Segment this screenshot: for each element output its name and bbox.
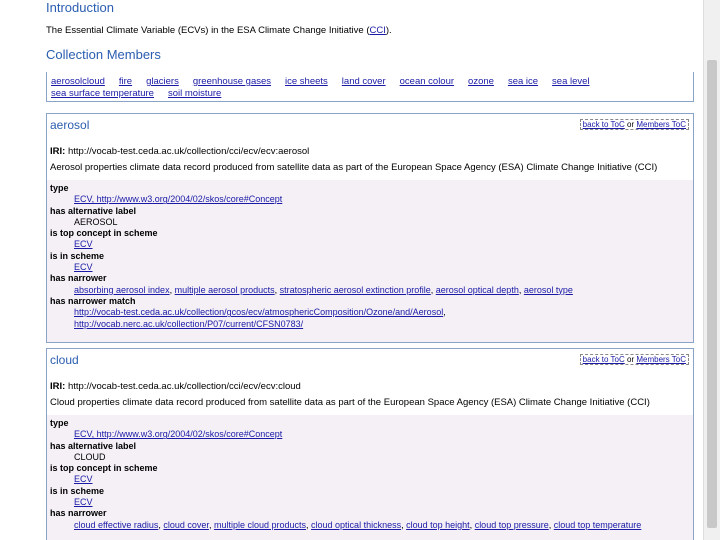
narrower-link[interactable]: multiple cloud products xyxy=(214,520,306,530)
narrower-match-link[interactable]: http://vocab.nerc.ac.uk/collection/P07/c… xyxy=(74,319,303,329)
in-scheme-link[interactable]: ECV xyxy=(74,262,93,272)
type-value-link[interactable]: ECV, http://www.w3.org/2004/02/skos/core… xyxy=(74,429,282,439)
narrower-link[interactable]: aerosol optical depth xyxy=(436,285,519,295)
section-title: aerosol xyxy=(50,118,90,132)
member-link-ocean-colour[interactable]: ocean colour xyxy=(400,76,454,87)
description: Aerosol properties climate data record p… xyxy=(50,162,658,173)
narrower-link[interactable]: aerosol type xyxy=(524,285,573,295)
member-link-aerosol[interactable]: aerosol xyxy=(51,76,82,87)
member-link-cloud[interactable]: cloud xyxy=(82,76,105,87)
description: Cloud properties climate data record pro… xyxy=(50,397,650,408)
section-nav: back to ToC or Members ToC xyxy=(579,119,689,130)
narrower-link[interactable]: cloud effective radius xyxy=(74,520,158,530)
type-value-link[interactable]: ECV, http://www.w3.org/2004/02/skos/core… xyxy=(74,194,282,204)
top-concept-link[interactable]: ECV xyxy=(74,239,93,249)
alt-label-value: CLOUD xyxy=(74,451,106,462)
back-to-toc-link[interactable]: back to ToC xyxy=(583,120,625,129)
member-link-ice-sheets[interactable]: ice sheets xyxy=(285,76,328,87)
cci-link[interactable]: CCI xyxy=(370,25,386,36)
member-link-soil-moisture[interactable]: soil moisture xyxy=(168,88,221,99)
member-link-land-cover[interactable]: land cover xyxy=(342,76,386,87)
introduction-heading: Introduction xyxy=(46,0,114,15)
narrower-link[interactable]: cloud cover xyxy=(163,520,209,530)
narrower-link[interactable]: cloud top height xyxy=(406,520,470,530)
in-scheme-link[interactable]: ECV xyxy=(74,497,93,507)
top-concept-link[interactable]: ECV xyxy=(74,474,93,484)
iri-line: IRI: http://vocab-test.ceda.ac.uk/collec… xyxy=(50,146,310,157)
collection-members-heading: Collection Members xyxy=(46,47,161,62)
narrower-link[interactable]: cloud optical thickness xyxy=(311,520,401,530)
section-nav: back to ToC or Members ToC xyxy=(579,354,689,365)
section-aerosol: aerosol back to ToC or Members ToC IRI: … xyxy=(46,113,694,343)
vertical-scrollbar[interactable] xyxy=(703,0,720,540)
member-link-sea-level[interactable]: sea level xyxy=(552,76,590,87)
back-to-toc-link[interactable]: back to ToC xyxy=(583,355,625,364)
section-title: cloud xyxy=(50,353,79,367)
member-link-greenhouse-gases[interactable]: greenhouse gases xyxy=(193,76,271,87)
document-page: Introduction The Essential Climate Varia… xyxy=(0,0,703,540)
narrower-link[interactable]: absorbing aerosol index xyxy=(74,285,170,295)
introduction-text: The Essential Climate Variable (ECVs) in… xyxy=(46,25,392,36)
iri-value: http://vocab-test.ceda.ac.uk/collection/… xyxy=(67,146,310,157)
section-cloud: cloud back to ToC or Members ToC IRI: ht… xyxy=(46,348,694,540)
member-link-sea-surface-temperature[interactable]: sea surface temperature xyxy=(51,88,154,99)
scrollbar-thumb[interactable] xyxy=(707,60,717,528)
narrower-link[interactable]: cloud top temperature xyxy=(554,520,642,530)
narrower-link[interactable]: cloud top pressure xyxy=(475,520,549,530)
members-toc-link[interactable]: Members ToC xyxy=(636,355,686,364)
properties-table: type ECV, http://www.w3.org/2004/02/skos… xyxy=(47,180,693,342)
alt-label-value: AEROSOL xyxy=(74,216,118,227)
iri-line: IRI: http://vocab-test.ceda.ac.uk/collec… xyxy=(50,381,301,392)
iri-value: http://vocab-test.ceda.ac.uk/collection/… xyxy=(67,381,301,392)
member-link-fire[interactable]: fire xyxy=(119,76,132,87)
members-toc-link[interactable]: Members ToC xyxy=(636,120,686,129)
narrower-link[interactable]: stratospheric aerosol extinction profile xyxy=(280,285,431,295)
member-link-glaciers[interactable]: glaciers xyxy=(146,76,179,87)
narrower-link[interactable]: multiple aerosol products xyxy=(175,285,275,295)
member-link-ozone[interactable]: ozone xyxy=(468,76,494,87)
member-link-sea-ice[interactable]: sea ice xyxy=(508,76,538,87)
properties-table: type ECV, http://www.w3.org/2004/02/skos… xyxy=(47,415,693,540)
narrower-match-link[interactable]: http://vocab-test.ceda.ac.uk/collection/… xyxy=(74,307,443,317)
members-toc: aerosolcloud fire glaciers greenhouse gases… xyxy=(46,72,694,102)
